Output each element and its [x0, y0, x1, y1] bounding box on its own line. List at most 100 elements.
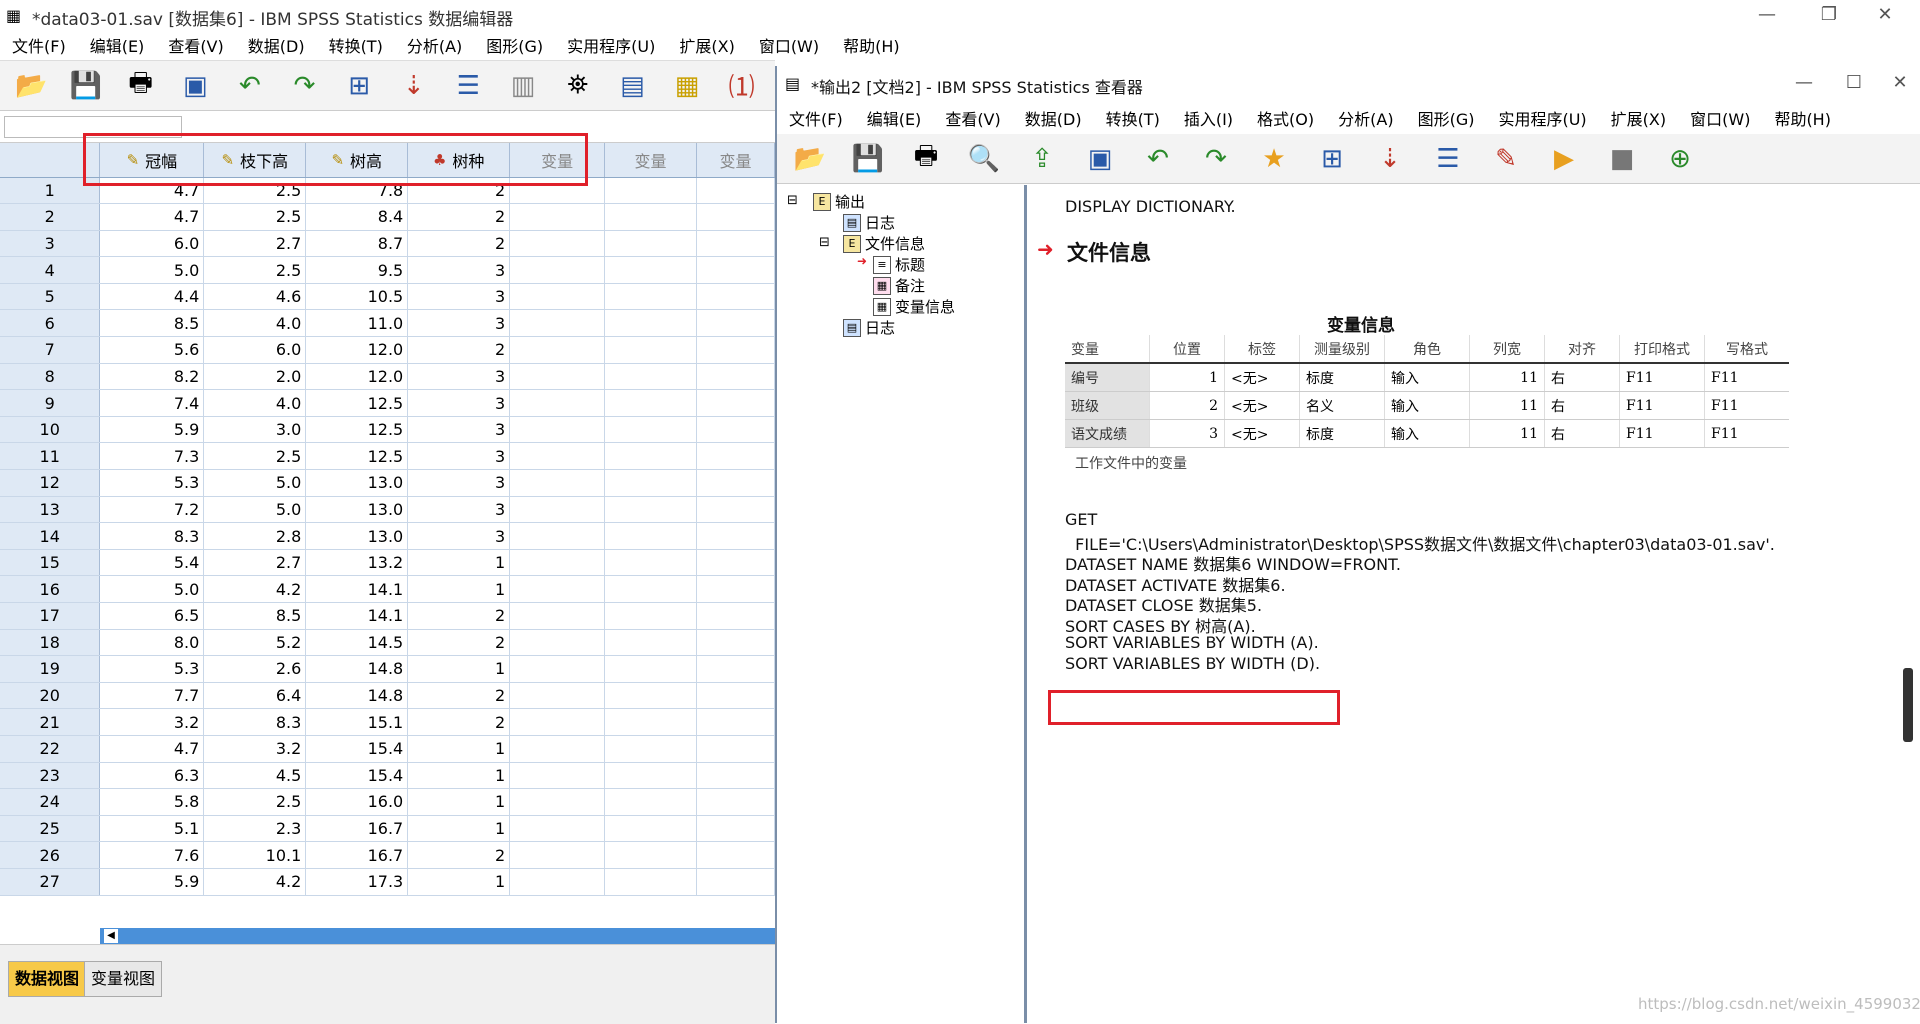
data-cell[interactable]: 2 — [407, 708, 511, 736]
data-cell[interactable]: 8.7 — [305, 230, 409, 258]
data-cell[interactable]: 4.0 — [203, 309, 307, 338]
data-cell[interactable]: 17.3 — [305, 868, 409, 896]
tab-variable-view[interactable]: 变量视图 — [84, 961, 163, 997]
menu-graphs[interactable]: 图形(G) — [1406, 106, 1487, 130]
data-cell[interactable]: 2.5 — [203, 203, 307, 231]
dialog-recall-icon[interactable]: ▣ — [174, 66, 217, 106]
empty-cell[interactable] — [509, 841, 606, 869]
empty-cell[interactable] — [509, 868, 606, 896]
row-number[interactable]: 22 — [0, 735, 101, 763]
empty-cell[interactable] — [509, 336, 606, 364]
empty-cell[interactable] — [509, 469, 606, 497]
empty-cell[interactable] — [696, 256, 775, 284]
data-cell[interactable]: 2 — [407, 682, 511, 710]
data-cell[interactable]: 12.5 — [305, 416, 409, 444]
data-cell[interactable]: 4.4 — [99, 283, 205, 311]
data-cell[interactable]: 2.3 — [203, 815, 307, 843]
empty-cell[interactable] — [604, 682, 697, 710]
empty-cell[interactable] — [604, 283, 697, 311]
empty-cell[interactable] — [509, 575, 606, 603]
empty-cell[interactable] — [509, 496, 606, 524]
empty-cell[interactable] — [696, 788, 775, 816]
empty-cell[interactable] — [604, 256, 697, 284]
open-folder-icon[interactable]: 📂 — [787, 139, 833, 179]
data-cell[interactable]: 4.7 — [99, 735, 205, 763]
menu-analyze[interactable]: 分析(A) — [1326, 106, 1405, 130]
empty-cell[interactable] — [696, 496, 775, 524]
data-cell[interactable]: 7.4 — [99, 389, 205, 417]
row-number[interactable]: 3 — [0, 230, 101, 258]
data-cell[interactable]: 4.0 — [203, 389, 307, 417]
menu-edit[interactable]: 编辑(E) — [78, 33, 157, 57]
data-cell[interactable]: 3 — [407, 256, 511, 284]
empty-cell[interactable] — [696, 575, 775, 603]
goto-variable-icon[interactable]: ⇣ — [1367, 139, 1413, 179]
empty-cell[interactable] — [509, 708, 606, 736]
empty-cell[interactable] — [604, 655, 697, 683]
empty-cell[interactable] — [604, 177, 697, 205]
data-cell[interactable]: 5.2 — [203, 629, 307, 657]
row-number[interactable]: 12 — [0, 469, 101, 497]
empty-cell[interactable] — [509, 309, 606, 338]
empty-cell[interactable] — [604, 203, 697, 231]
menu-transform[interactable]: 转换(T) — [1094, 106, 1172, 130]
row-number[interactable]: 24 — [0, 788, 101, 816]
empty-cell[interactable] — [696, 230, 775, 258]
menu-utilities[interactable]: 实用程序(U) — [1486, 106, 1598, 130]
data-cell[interactable]: 5.0 — [99, 256, 205, 284]
data-cell[interactable]: 2 — [407, 336, 511, 364]
empty-cell[interactable] — [696, 655, 775, 683]
data-cell[interactable]: 5.3 — [99, 469, 205, 497]
row-number[interactable]: 4 — [0, 256, 101, 284]
data-cell[interactable]: 8.3 — [203, 708, 307, 736]
empty-cell[interactable] — [604, 389, 697, 417]
empty-cell[interactable] — [509, 602, 606, 630]
empty-cell[interactable] — [696, 735, 775, 763]
empty-cell[interactable] — [696, 363, 775, 391]
data-cell[interactable]: 4.2 — [203, 868, 307, 896]
empty-cell[interactable] — [509, 283, 606, 311]
menu-edit[interactable]: 编辑(E) — [855, 106, 934, 130]
empty-cell[interactable] — [696, 469, 775, 497]
data-cell[interactable]: 3 — [407, 283, 511, 311]
data-cell[interactable]: 6.5 — [99, 602, 205, 630]
data-cell[interactable]: 12.5 — [305, 389, 409, 417]
empty-cell[interactable] — [509, 389, 606, 417]
data-cell[interactable]: 6.3 — [99, 762, 205, 790]
data-cell[interactable]: 2.5 — [203, 788, 307, 816]
tree-node-output[interactable]: E 输出 — [813, 191, 865, 212]
menu-insert[interactable]: 插入(I) — [1172, 106, 1245, 130]
data-cell[interactable]: 2.8 — [203, 522, 307, 550]
empty-cell[interactable] — [604, 522, 697, 550]
empty-cell[interactable] — [604, 496, 697, 524]
data-cell[interactable]: 3 — [407, 416, 511, 444]
empty-cell[interactable] — [696, 389, 775, 417]
data-cell[interactable]: 3 — [407, 363, 511, 391]
empty-cell[interactable] — [604, 442, 697, 471]
open-folder-icon[interactable]: 📂 — [10, 66, 53, 106]
minimize-icon[interactable]: — — [1781, 70, 1827, 96]
row-number[interactable]: 27 — [0, 868, 101, 896]
data-cell[interactable]: 5.1 — [99, 815, 205, 843]
data-cell[interactable]: 5.0 — [203, 469, 307, 497]
empty-cell[interactable] — [509, 788, 606, 816]
column-header[interactable]: 变量 — [604, 143, 697, 178]
empty-cell[interactable] — [696, 868, 775, 896]
menu-utilities[interactable]: 实用程序(U) — [555, 33, 667, 57]
data-cell[interactable]: 16.0 — [305, 788, 409, 816]
empty-cell[interactable] — [604, 868, 697, 896]
empty-cell[interactable] — [509, 522, 606, 550]
row-number[interactable]: 13 — [0, 496, 101, 524]
data-cell[interactable]: 3 — [407, 442, 511, 471]
row-number[interactable]: 21 — [0, 708, 101, 736]
data-cell[interactable]: 8.5 — [203, 602, 307, 630]
data-cell[interactable]: 11.0 — [305, 309, 409, 338]
data-cell[interactable]: 10.1 — [203, 841, 307, 869]
data-cell[interactable]: 7.6 — [99, 841, 205, 869]
data-cell[interactable]: 5.9 — [99, 868, 205, 896]
menu-window[interactable]: 窗口(W) — [747, 33, 831, 57]
row-number[interactable]: 25 — [0, 815, 101, 843]
data-cell[interactable]: 12.5 — [305, 442, 409, 471]
data-cell[interactable]: 7.3 — [99, 442, 205, 471]
data-cell[interactable]: 4.6 — [203, 283, 307, 311]
